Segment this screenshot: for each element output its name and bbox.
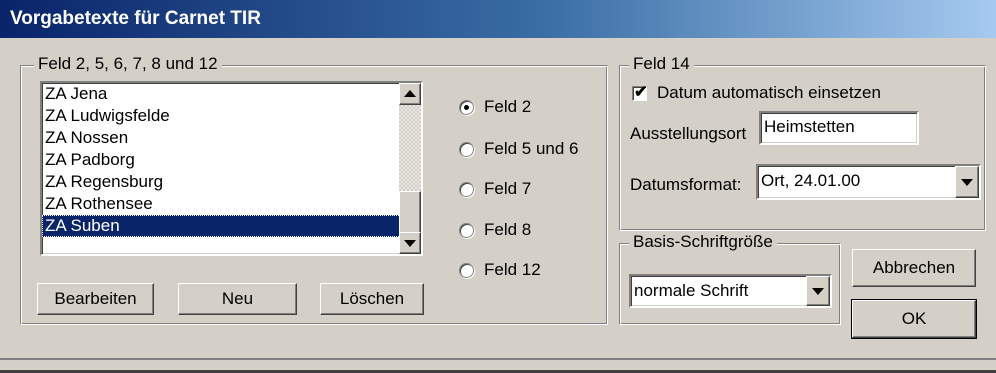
scroll-up-button[interactable] <box>399 83 421 105</box>
radio-button[interactable] <box>459 141 474 157</box>
radio-button[interactable] <box>459 181 474 197</box>
list-item[interactable]: ZA Nossen <box>42 127 421 149</box>
radio-label[interactable]: Feld 12 <box>484 258 541 282</box>
list-item[interactable]: ZA Ludwigsfelde <box>42 105 421 127</box>
list-item[interactable]: ZA Regensburg <box>42 171 421 193</box>
radio-label[interactable]: Feld 2 <box>484 95 531 119</box>
radio-button[interactable] <box>459 222 474 238</box>
radio-option[interactable]: Feld 8 <box>459 218 531 242</box>
cancel-button[interactable]: Abbrechen <box>852 249 976 287</box>
delete-button[interactable]: Löschen <box>320 283 424 315</box>
window-title: Vorgabetexte für Carnet TIR <box>0 0 996 38</box>
group-feld14: Feld 14 ✔ Datum automatisch einsetzen Au… <box>619 54 986 231</box>
radio-button[interactable] <box>459 99 474 115</box>
radio-button[interactable] <box>459 262 474 278</box>
radio-option[interactable]: Feld 12 <box>459 258 541 282</box>
radio-label[interactable]: Feld 5 und 6 <box>484 137 579 161</box>
radio-option[interactable]: Feld 5 und 6 <box>459 137 579 161</box>
chevron-down-icon <box>404 240 416 247</box>
list-item[interactable]: ZA Rothensee <box>42 193 421 215</box>
radio-option[interactable]: Feld 2 <box>459 95 531 119</box>
ok-button[interactable]: OK <box>851 299 977 339</box>
font-size-select[interactable]: normale Schrift <box>629 274 832 308</box>
font-size-value: normale Schrift <box>634 281 749 300</box>
list-item[interactable]: ZA Padborg <box>42 149 421 171</box>
chevron-down-icon <box>812 288 824 295</box>
font-size-dropdown-button[interactable] <box>806 276 830 306</box>
date-format-label: Datumsformat: <box>630 175 742 194</box>
date-format-dropdown-button[interactable] <box>955 166 979 198</box>
group-font-size-legend: Basis-Schriftgröße <box>629 232 777 252</box>
list-items: ZA Jena ZA Ludwigsfelde ZA Nossen ZA Padbor… <box>42 83 421 237</box>
scroll-thumb[interactable] <box>399 191 421 237</box>
auto-date-label[interactable]: Datum automatisch einsetzen <box>657 83 881 103</box>
check-icon: ✔ <box>634 84 648 101</box>
group-fields-legend: Feld 2, 5, 6, 7, 8 und 12 <box>34 54 222 74</box>
date-format-select[interactable]: Ort, 24.01.00 <box>756 164 981 200</box>
radio-label[interactable]: Feld 8 <box>484 218 531 242</box>
radio-label[interactable]: Feld 7 <box>484 177 531 201</box>
place-input-value: Heimstetten <box>764 117 855 136</box>
place-input[interactable]: Heimstetten <box>759 111 919 145</box>
list-scrollbar[interactable] <box>399 83 421 254</box>
chevron-up-icon <box>404 90 416 97</box>
customs-office-list[interactable]: ZA Jena ZA Ludwigsfelde ZA Nossen ZA Padbor… <box>40 81 423 256</box>
chevron-down-icon <box>961 179 973 186</box>
auto-date-checkbox[interactable]: ✔ <box>632 84 648 101</box>
dialog-body: Feld 2, 5, 6, 7, 8 und 12 ZA Jena ZA Ludw… <box>4 38 992 358</box>
place-label: Ausstellungsort <box>630 124 747 143</box>
new-button[interactable]: Neu <box>178 283 297 315</box>
list-item[interactable]: ZA Suben <box>42 215 421 237</box>
group-feld14-legend: Feld 14 <box>629 54 694 74</box>
edit-button[interactable]: Bearbeiten <box>37 283 154 315</box>
scroll-down-button[interactable] <box>399 232 421 254</box>
radio-option[interactable]: Feld 7 <box>459 177 531 201</box>
group-font-size: Basis-Schriftgröße normale Schrift <box>619 232 841 325</box>
list-item[interactable]: ZA Jena <box>42 83 421 105</box>
date-format-value: Ort, 24.01.00 <box>761 171 861 190</box>
